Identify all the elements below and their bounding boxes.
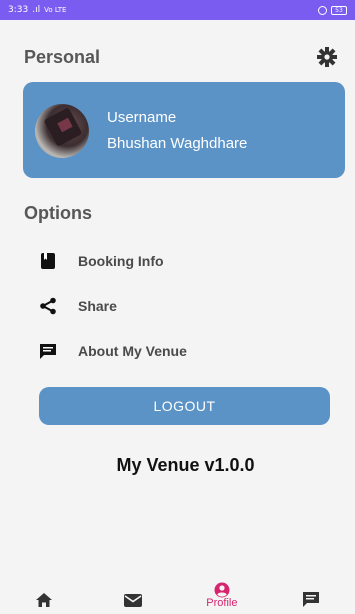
profile-card: Username Bhushan Waghdhare [23,82,345,178]
chat-icon [302,592,319,607]
battery-icon: 53 [331,5,347,15]
share-icon [38,296,58,316]
personal-title: Personal [24,47,101,67]
mail-icon [124,594,143,607]
option-about[interactable]: About My Venue [38,339,187,363]
nav-profile-label: Profile [206,596,238,609]
location-icon [318,5,327,15]
option-label: Share [78,298,117,314]
chat-icon [38,341,58,361]
book-icon [38,251,58,271]
option-booking-info[interactable]: Booking Info [38,249,164,273]
nav-chat[interactable] [266,576,355,614]
nav-profile[interactable]: Profile [178,576,267,614]
options-title: Options [24,203,92,223]
nav-home[interactable] [0,576,89,614]
home-icon [36,593,53,607]
settings-button[interactable] [316,46,338,68]
nav-messages[interactable] [89,576,178,614]
option-share[interactable]: Share [38,294,117,318]
signal-icon: .ıl [32,5,41,15]
settings-icon [317,47,337,67]
user-full-name: Bhushan Waghdhare [107,135,248,152]
network-label: Vo LTE [44,6,67,14]
app-version: My Venue v1.0.0 [116,455,255,475]
avatar [35,104,89,158]
option-label: About My Venue [78,343,187,359]
bottom-navigation: Profile [0,576,355,614]
profile-icon [214,582,230,597]
username-label: Username [107,109,177,126]
option-label: Booking Info [78,253,164,269]
status-bar: 3:33 .ıl Vo LTE 53 [0,0,355,20]
logout-button[interactable]: LOGOUT [39,387,330,425]
status-time: 3:33 [8,5,29,15]
